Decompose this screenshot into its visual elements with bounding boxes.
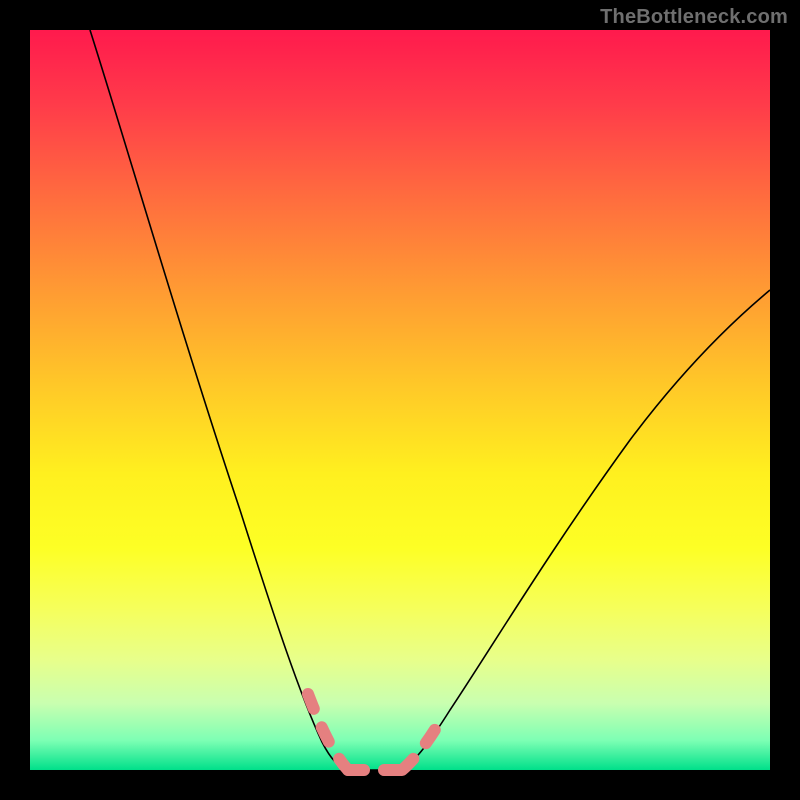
curve-layer	[30, 30, 770, 770]
watermark-text: TheBottleneck.com	[600, 6, 788, 29]
left-curve	[90, 30, 350, 770]
chart-frame: TheBottleneck.com	[0, 0, 800, 800]
right-curve	[400, 290, 770, 770]
highlight-right-dash	[402, 728, 436, 770]
highlight-left-dash	[308, 694, 348, 770]
plot-area	[30, 30, 770, 770]
